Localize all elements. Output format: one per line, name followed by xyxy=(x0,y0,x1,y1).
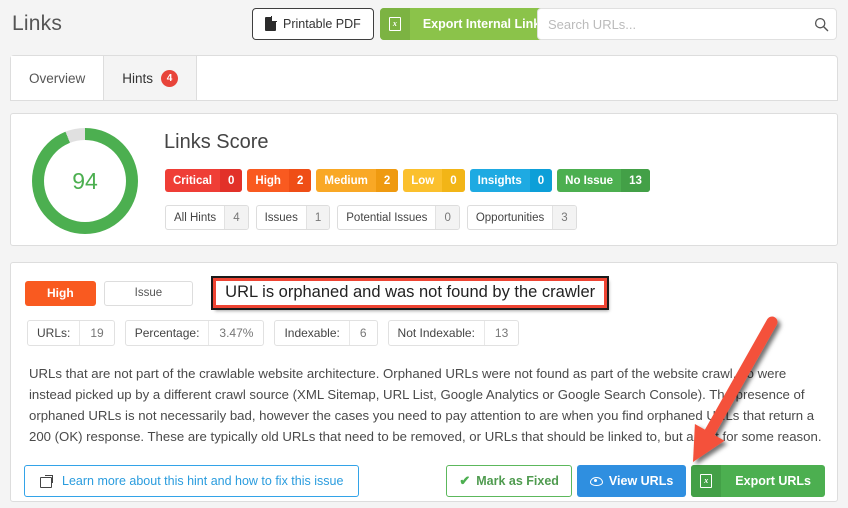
excel-icon: x xyxy=(691,465,722,497)
stat-value: 3.47% xyxy=(208,321,263,345)
filter-pill-all-hints[interactable]: All Hints 4 xyxy=(165,205,249,230)
printable-pdf-label: Printable PDF xyxy=(283,17,361,31)
export-urls-button[interactable]: x Export URLs xyxy=(691,465,825,497)
filter-pill-label: All Hints xyxy=(174,211,217,224)
stat-key: Percentage: xyxy=(134,326,200,340)
score-card-title: Links Score xyxy=(164,131,269,153)
page-title: Links xyxy=(12,12,63,35)
header-actions: Printable PDF x Export Internal Links xyxy=(252,8,561,40)
hint-action-buttons: ✔ Mark as Fixed View URLs x Export URLs xyxy=(446,465,825,497)
search-urls-box[interactable] xyxy=(537,8,837,40)
export-internal-links-button[interactable]: x Export Internal Links xyxy=(379,8,561,40)
severity-badge-count: 0 xyxy=(529,169,553,192)
search-input[interactable] xyxy=(538,9,806,39)
printable-pdf-button[interactable]: Printable PDF xyxy=(252,8,374,40)
filter-pill-potential-issues[interactable]: Potential Issues 0 xyxy=(337,205,460,230)
severity-badge-no-issue[interactable]: No Issue 13 xyxy=(557,169,650,192)
document-icon xyxy=(265,16,277,31)
filter-pill-count: 1 xyxy=(305,206,330,229)
learn-more-label: Learn more about this hint and how to fi… xyxy=(62,474,344,488)
hint-detail-card: High Issue URL is orphaned and was not f… xyxy=(10,262,838,502)
stat-value: 19 xyxy=(79,321,113,345)
score-donut-chart: 94 xyxy=(32,128,138,234)
hint-description: URLs that are not part of the crawlable … xyxy=(29,366,822,444)
severity-badge-medium[interactable]: Medium 2 xyxy=(316,169,399,192)
eye-icon xyxy=(589,476,603,486)
tab-overview-label: Overview xyxy=(29,70,86,86)
stat-key: URLs: xyxy=(37,326,71,340)
severity-badge-count: 0 xyxy=(220,169,243,192)
tab-hints-label: Hints xyxy=(122,70,154,86)
severity-badge-count: 2 xyxy=(288,169,312,192)
page-header: Links Printable PDF x Export Internal Li… xyxy=(0,0,848,48)
severity-badge-critical[interactable]: Critical 0 xyxy=(165,169,243,192)
tab-overview[interactable]: Overview xyxy=(11,56,105,100)
view-urls-label: View URLs xyxy=(608,474,674,488)
export-urls-label: Export URLs xyxy=(735,474,811,488)
filter-pill-label: Issues xyxy=(264,211,298,224)
hint-filter-row: All Hints 4 Issues 1 Potential Issues 0 Opport… xyxy=(165,205,577,230)
filter-pill-label: Opportunities xyxy=(475,211,545,224)
excel-icon: x xyxy=(379,8,410,40)
hint-stats-row: URLs: 19 Percentage: 3.47% Indexable: 6 Not In… xyxy=(27,320,520,346)
severity-badge-label: High xyxy=(255,174,281,187)
filter-pill-label: Potential Issues xyxy=(346,211,428,224)
hint-footer: Learn more about this hint and how to fi… xyxy=(11,463,839,503)
external-link-icon xyxy=(40,474,53,488)
filter-pill-count: 3 xyxy=(552,206,576,229)
stat-indexable: Indexable: 6 xyxy=(274,320,378,346)
severity-badge-label: Critical xyxy=(173,174,212,187)
stat-value: 13 xyxy=(483,321,518,345)
hint-title: URL is orphaned and was not found by the… xyxy=(225,283,596,301)
severity-badge-label: No Issue xyxy=(565,174,614,187)
severity-badge-count: 13 xyxy=(621,169,650,192)
search-icon[interactable] xyxy=(806,9,836,39)
hint-severity-badge[interactable]: High xyxy=(25,280,96,306)
score-value: 94 xyxy=(72,167,98,194)
tab-bar: Overview Hints 4 xyxy=(10,55,838,101)
tab-hints[interactable]: Hints 4 xyxy=(104,56,198,100)
filter-pill-count: 4 xyxy=(224,206,248,229)
severity-badge-low[interactable]: Low 0 xyxy=(403,169,465,192)
links-score-card: 94 Links Score Critical 0 High 2 Medium 2 Low 0… xyxy=(10,113,838,246)
filter-pill-opportunities[interactable]: Opportunities 3 xyxy=(466,205,577,230)
check-icon: ✔ xyxy=(459,473,471,488)
mark-as-fixed-label: Mark as Fixed xyxy=(476,474,559,488)
tab-hints-badge: 4 xyxy=(161,69,179,87)
severity-badge-count: 0 xyxy=(442,169,465,192)
severity-badge-insights[interactable]: Insights 0 xyxy=(469,169,553,192)
severity-badge-high[interactable]: High 2 xyxy=(247,169,312,192)
severity-badge-label: Medium xyxy=(324,174,368,187)
stat-percentage: Percentage: 3.47% xyxy=(124,320,265,346)
hint-title-highlight: URL is orphaned and was not found by the… xyxy=(211,276,610,310)
stat-key: Not Indexable: xyxy=(397,326,475,340)
view-urls-button[interactable]: View URLs xyxy=(576,465,687,497)
links-hints-page: Links Printable PDF x Export Internal Li… xyxy=(0,0,848,508)
stat-not-indexable: Not Indexable: 13 xyxy=(387,320,520,346)
stat-urls: URLs: 19 xyxy=(27,320,115,346)
filter-pill-issues[interactable]: Issues 1 xyxy=(255,205,331,230)
hint-header-row: High Issue URL is orphaned and was not f… xyxy=(25,276,610,310)
severity-badge-label: Insights xyxy=(477,174,522,187)
severity-badge-count: 2 xyxy=(375,169,399,192)
stat-key: Indexable: xyxy=(284,326,340,340)
learn-more-button[interactable]: Learn more about this hint and how to fi… xyxy=(24,465,360,497)
mark-as-fixed-button[interactable]: ✔ Mark as Fixed xyxy=(446,465,572,497)
score-donut-center: 94 xyxy=(44,140,126,222)
stat-value: 6 xyxy=(348,321,377,345)
filter-pill-count: 0 xyxy=(435,206,459,229)
severity-badge-label: Low xyxy=(411,174,435,187)
hint-type-badge[interactable]: Issue xyxy=(103,280,194,306)
severity-badge-row: Critical 0 High 2 Medium 2 Low 0 Insights 0 No Iss… xyxy=(165,169,650,192)
